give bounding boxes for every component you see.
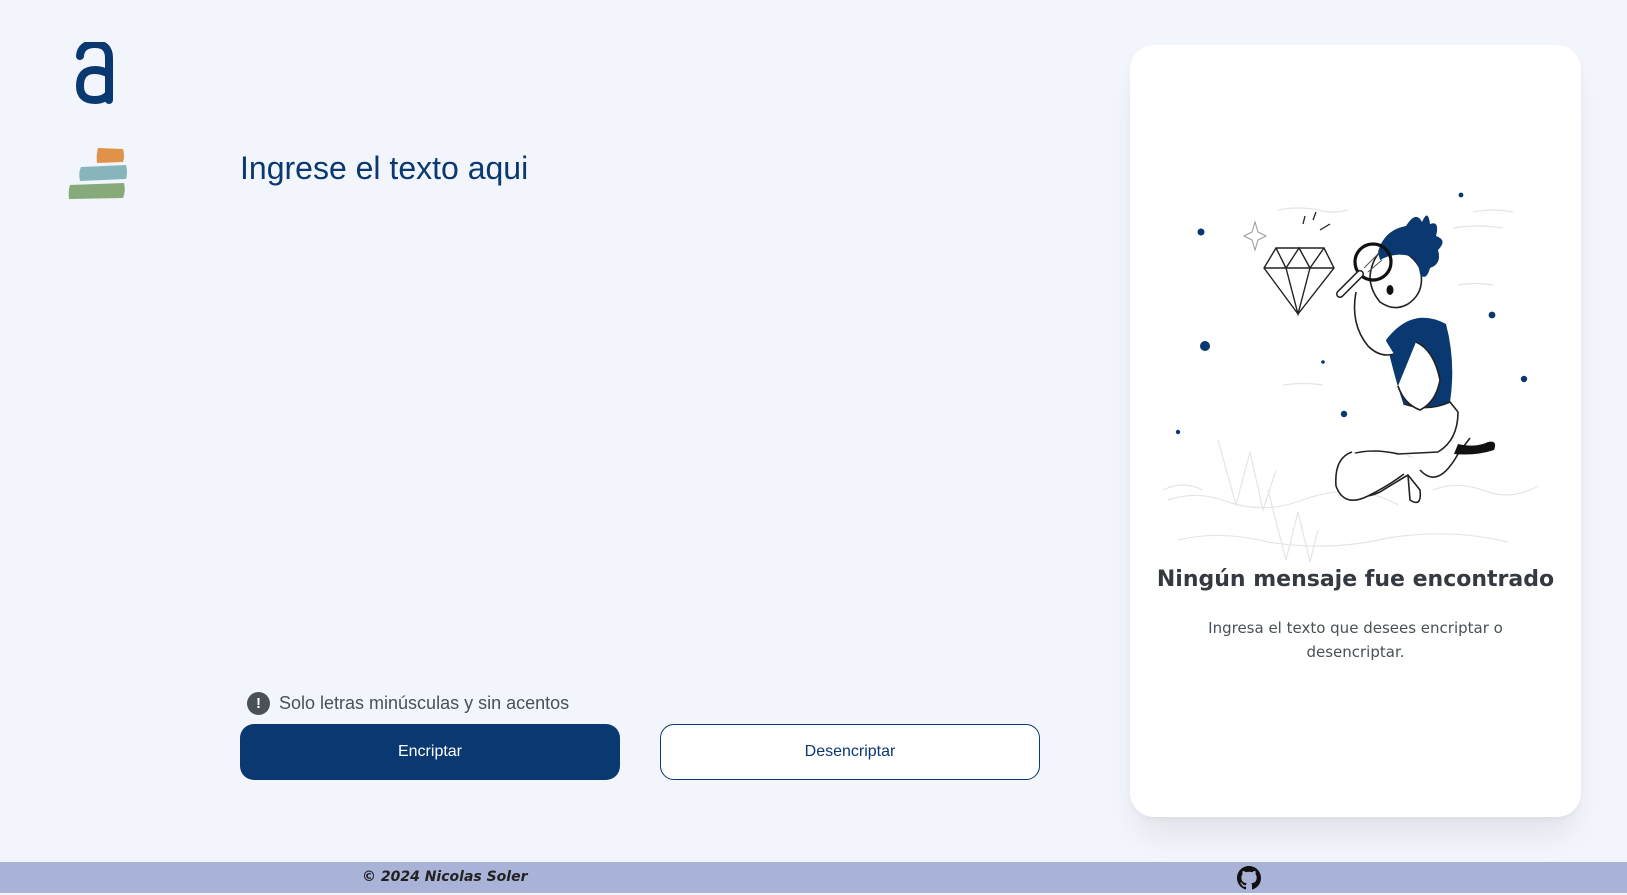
exclamation-circle-icon: ! bbox=[247, 692, 270, 715]
result-description: Ingresa el texto que desees encriptar o … bbox=[1208, 619, 1503, 661]
color-stack-icon bbox=[68, 148, 127, 199]
github-link[interactable] bbox=[1237, 866, 1261, 890]
alura-logo-icon bbox=[75, 42, 113, 104]
encrypt-button[interactable]: Encriptar bbox=[240, 724, 620, 780]
copyright-text: © 2024 Nicolas Soler bbox=[362, 869, 528, 885]
decrypt-button[interactable]: Desencriptar bbox=[660, 724, 1040, 780]
person-with-magnifier-illustration bbox=[1162, 192, 1539, 563]
hint-text: Solo letras minúsculas y sin acentos bbox=[279, 693, 570, 713]
result-panel: Ningún mensaje fue encontrado Ingresa el… bbox=[1130, 45, 1581, 817]
input-hint: ! Solo letras minúsculas y sin acentos bbox=[247, 692, 569, 715]
github-icon bbox=[1237, 866, 1261, 890]
footer: © 2024 Nicolas Soler bbox=[0, 862, 1627, 893]
message-input[interactable] bbox=[240, 148, 1040, 668]
result-title: Ningún mensaje fue encontrado bbox=[1156, 567, 1555, 592]
